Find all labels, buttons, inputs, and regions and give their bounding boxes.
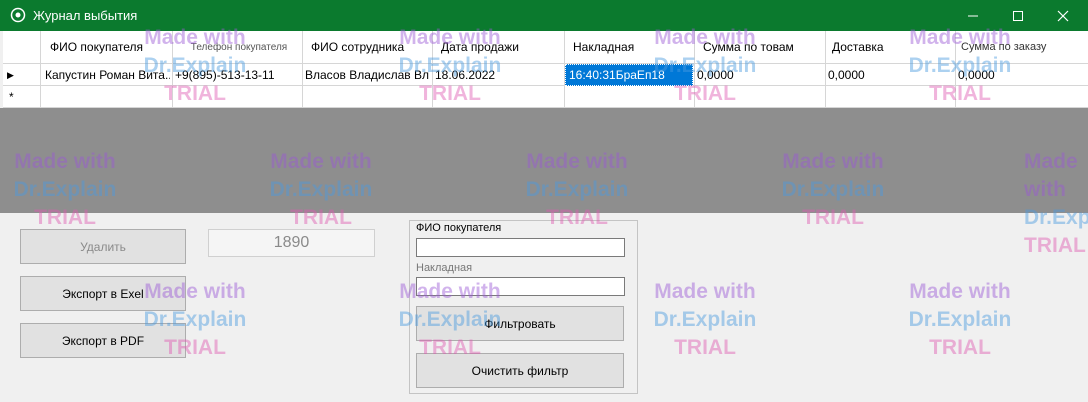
cell-date[interactable]: 18.06.2022	[435, 64, 560, 86]
window-title: Журнал выбытия	[33, 8, 138, 23]
clear-filter-button[interactable]: Очистить фильтр	[416, 353, 624, 388]
trial-watermark: Made withDr.ExplainTRIAL	[653, 280, 757, 359]
buyer-filter-label: ФИО покупателя	[416, 222, 502, 234]
export-excel-button[interactable]: Экспорт в Exel	[20, 276, 186, 311]
column-divider	[302, 31, 303, 108]
cell-delivery[interactable]: 0,0000	[828, 64, 953, 86]
column-divider	[432, 31, 433, 108]
cell-goods-sum[interactable]: 0,0000	[697, 64, 822, 86]
cell-buyer[interactable]: Капустин Роман Вита...	[45, 64, 170, 86]
trial-watermark: Made withDr.ExplainTRIAL	[908, 280, 1012, 359]
close-button[interactable]	[1040, 0, 1086, 31]
export-pdf-button[interactable]: Экспорт в PDF	[20, 323, 186, 358]
invoice-filter-input[interactable]	[416, 277, 625, 296]
sales-grid[interactable]: ФИО покупателя Телефон покупателя ФИО со…	[3, 31, 1088, 108]
new-row-indicator-icon[interactable]: *	[9, 86, 39, 108]
column-header-delivery[interactable]: Доставка	[832, 31, 957, 63]
column-divider	[955, 31, 956, 108]
close-icon	[1057, 10, 1069, 21]
cell-phone[interactable]: +9(895)-513-13-11	[175, 64, 300, 86]
cell-invoice-selected[interactable]: 16:40:31БраЕп18	[565, 64, 693, 86]
record-counter: 1890	[208, 229, 375, 257]
row-indicator-icon[interactable]: ▶	[7, 64, 37, 86]
invoice-filter-label: Накладная	[416, 262, 473, 274]
delete-button[interactable]: Удалить	[20, 229, 186, 264]
cell-employee[interactable]: Власов Владислав Вл...	[305, 64, 430, 86]
minimize-icon	[968, 15, 978, 16]
grid-empty-area	[0, 108, 1088, 213]
column-header-employee[interactable]: ФИО сотрудника	[311, 31, 439, 63]
maximize-button[interactable]	[995, 0, 1041, 31]
column-header-goods-sum[interactable]: Сумма по товам	[703, 31, 828, 63]
minimize-button[interactable]	[950, 0, 996, 31]
column-divider	[172, 31, 173, 108]
maximize-icon	[1013, 10, 1023, 21]
column-header-phone[interactable]: Телефон покупателя	[175, 31, 303, 63]
title-bar: Журнал выбытия	[0, 0, 1088, 31]
apply-filter-button[interactable]: Фильтровать	[416, 306, 624, 341]
column-header-order-sum[interactable]: Сумма по заказу	[961, 31, 1086, 63]
column-divider	[825, 31, 826, 108]
app-icon	[10, 7, 26, 23]
column-divider	[40, 31, 41, 108]
column-header-date[interactable]: Дата продажи	[441, 31, 566, 63]
buyer-filter-input[interactable]	[416, 238, 625, 257]
column-header-buyer[interactable]: ФИО покупателя	[50, 31, 175, 63]
cell-order-sum[interactable]: 0,0000	[958, 64, 1083, 86]
column-divider	[694, 31, 695, 108]
column-header-invoice[interactable]: Накладная	[573, 31, 698, 63]
